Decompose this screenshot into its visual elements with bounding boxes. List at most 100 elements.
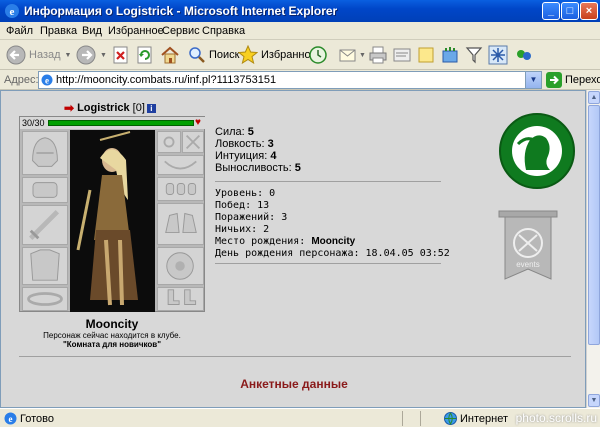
notes-icon bbox=[418, 47, 434, 63]
print-button[interactable] bbox=[368, 44, 388, 66]
back-label: Назад bbox=[29, 49, 61, 61]
private-arrow-icon[interactable]: ➡ bbox=[64, 101, 74, 115]
info-birthday: День рождения персонажа: 18.04.05 03:52 bbox=[215, 248, 450, 259]
address-dropdown-icon[interactable]: ▼ bbox=[525, 72, 541, 88]
msn-icon bbox=[517, 50, 531, 60]
go-arrow-icon bbox=[546, 72, 562, 88]
helmet-icon bbox=[32, 137, 58, 167]
search-icon bbox=[189, 47, 205, 63]
window-title: Информация о Logistrick - Microsoft Inte… bbox=[24, 4, 338, 18]
forward-dropdown-icon[interactable]: ▼ bbox=[100, 52, 107, 59]
rings-slot[interactable] bbox=[157, 177, 204, 201]
anketa-heading: Анкетные данные bbox=[240, 377, 348, 391]
amulet-slot[interactable] bbox=[182, 131, 204, 153]
necklace-slot[interactable] bbox=[157, 155, 204, 175]
armor-slot[interactable] bbox=[22, 247, 68, 285]
info-level: Уровень: 0 bbox=[215, 188, 276, 199]
filter-button[interactable] bbox=[464, 44, 484, 66]
svg-text:e: e bbox=[9, 414, 13, 424]
status-separator bbox=[402, 411, 403, 426]
watermark-text: photo.scrolls.ru bbox=[515, 411, 597, 425]
scroll-up-icon[interactable]: ▲ bbox=[588, 91, 600, 104]
ie-logo-icon: e bbox=[5, 4, 19, 18]
weapon-slot[interactable] bbox=[22, 205, 68, 245]
events-banner-icon: events bbox=[498, 210, 558, 280]
belt-slot[interactable] bbox=[22, 287, 68, 311]
ie-window: e Информация о Logistrick - Microsoft In… bbox=[0, 0, 600, 427]
info-losses: Поражений: 3 bbox=[215, 212, 288, 223]
address-input[interactable]: e http://mooncity.combats.ru/inf.pl?1113… bbox=[38, 71, 542, 89]
vertical-scrollbar[interactable]: ▲ ▼ bbox=[586, 90, 600, 408]
gloves-slot[interactable] bbox=[157, 203, 204, 245]
info-draws: Ничьих: 2 bbox=[215, 224, 270, 235]
address-url: http://mooncity.combats.ru/inf.pl?111375… bbox=[56, 74, 277, 86]
status-separator bbox=[420, 411, 421, 426]
go-label: Переход bbox=[565, 74, 600, 86]
scroll-thumb[interactable] bbox=[588, 105, 600, 345]
go-button[interactable]: Переход bbox=[546, 72, 600, 88]
snowflake-button[interactable] bbox=[488, 44, 508, 66]
history-icon bbox=[309, 46, 327, 64]
mail-button[interactable]: ▼ bbox=[338, 44, 366, 66]
refresh-button[interactable] bbox=[136, 44, 154, 66]
back-button[interactable]: Назад ▼ bbox=[6, 44, 71, 66]
hp-text: 30/30 bbox=[22, 118, 45, 128]
rings-icon bbox=[165, 183, 197, 195]
minimize-button[interactable]: _ bbox=[542, 2, 560, 20]
heart-icon: ♥ bbox=[195, 117, 201, 128]
mail-icon bbox=[339, 49, 356, 62]
favorites-button[interactable]: Избранное bbox=[238, 44, 317, 66]
nick-text: Logistrick bbox=[77, 102, 130, 114]
menu-tools[interactable]: Сервис bbox=[162, 25, 200, 37]
close-button[interactable]: × bbox=[580, 2, 598, 20]
discuss-button[interactable] bbox=[416, 44, 436, 66]
page-done-icon: e bbox=[4, 412, 17, 425]
forward-button[interactable]: ▼ bbox=[76, 44, 107, 66]
level-text: [0] bbox=[132, 102, 145, 114]
search-button[interactable]: Поиск bbox=[188, 44, 239, 66]
svg-text:e: e bbox=[45, 76, 49, 86]
stop-button[interactable] bbox=[112, 44, 130, 66]
location-room: "Комната для новичков" bbox=[63, 340, 161, 349]
status-bar: e Готово Интернет photo.scrolls.ru bbox=[0, 408, 600, 427]
messenger2-button[interactable] bbox=[514, 44, 534, 66]
home-button[interactable] bbox=[160, 44, 180, 66]
scroll-down-icon[interactable]: ▼ bbox=[588, 394, 600, 407]
section-divider bbox=[19, 356, 571, 357]
menu-file[interactable]: Файл bbox=[6, 25, 33, 37]
menu-favorites[interactable]: Избранное bbox=[108, 25, 164, 37]
menu-view[interactable]: Вид bbox=[82, 25, 102, 37]
info-wins: Побед: 13 bbox=[215, 200, 270, 211]
bracers-slot[interactable] bbox=[22, 177, 68, 203]
history-button[interactable] bbox=[308, 44, 328, 66]
boots-slot[interactable] bbox=[157, 287, 204, 311]
clan-emblem[interactable] bbox=[499, 113, 575, 189]
internet-globe-icon bbox=[444, 412, 457, 425]
back-dropdown-icon[interactable]: ▼ bbox=[65, 52, 72, 59]
stop-icon bbox=[113, 46, 128, 64]
back-arrow-icon bbox=[6, 45, 26, 65]
events-banner[interactable]: events bbox=[497, 209, 559, 285]
title-bar: e Информация о Logistrick - Microsoft In… bbox=[0, 0, 600, 22]
mail-dropdown-icon[interactable]: ▼ bbox=[359, 52, 366, 59]
sword-icon bbox=[29, 210, 60, 240]
forward-arrow-icon bbox=[76, 45, 96, 65]
maximize-button[interactable]: □ bbox=[561, 2, 579, 20]
svg-text:e: e bbox=[10, 6, 15, 18]
menu-help[interactable]: Справка bbox=[202, 25, 245, 37]
city-name: Mooncity bbox=[85, 317, 139, 331]
messenger-button[interactable] bbox=[440, 44, 460, 66]
stats-divider bbox=[215, 181, 441, 182]
armor-icon bbox=[30, 249, 60, 281]
info-icon[interactable]: i bbox=[146, 103, 156, 113]
earring-slot[interactable] bbox=[157, 131, 181, 153]
shield-slot[interactable] bbox=[157, 247, 204, 285]
menu-edit[interactable]: Правка bbox=[40, 25, 77, 37]
info-birthplace: Место рождения: Mooncity bbox=[215, 236, 356, 247]
stat-row: Ловкость: 3 bbox=[215, 138, 274, 150]
shield-icon bbox=[166, 252, 194, 280]
address-label: Адрес: bbox=[4, 74, 39, 86]
status-text: Готово bbox=[20, 413, 54, 425]
edit-button[interactable] bbox=[392, 44, 412, 66]
helmet-slot[interactable] bbox=[22, 131, 68, 175]
